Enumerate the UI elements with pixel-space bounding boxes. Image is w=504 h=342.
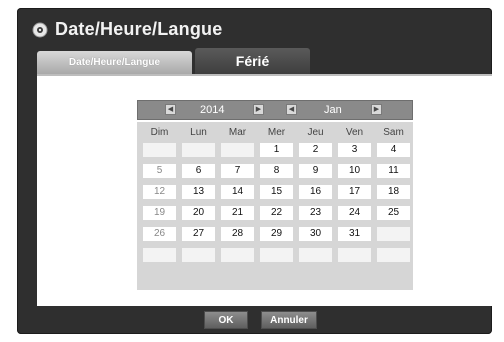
- year-value: 2014: [200, 104, 225, 116]
- calendar-day-cell[interactable]: 8: [260, 164, 293, 178]
- calendar-day-cell[interactable]: 1: [260, 143, 293, 157]
- calendar-day-cell[interactable]: 31: [338, 227, 371, 241]
- calendar-day-cell[interactable]: 11: [377, 164, 410, 178]
- calendar-day-cell[interactable]: 16: [299, 185, 332, 199]
- calendar-day-cell[interactable]: [221, 248, 254, 262]
- settings-window: Date/Heure/Langue Date/Heure/Langue Féri…: [17, 8, 492, 334]
- weekday-header: Ven: [345, 127, 364, 138]
- calendar-day-cell[interactable]: [182, 143, 215, 157]
- calendar-day-cell[interactable]: 20: [182, 206, 215, 220]
- calendar-day-cell[interactable]: 14: [221, 185, 254, 199]
- calendar-day-cell[interactable]: 30: [299, 227, 332, 241]
- month-value: Jan: [324, 104, 342, 116]
- settings-globe-icon: [32, 22, 48, 38]
- weekday-header: Sam: [383, 127, 404, 138]
- calendar-day-cell[interactable]: [377, 248, 410, 262]
- calendar-header: ◀ 2014 ▶ ◀ Jan ▶: [137, 100, 413, 120]
- calendar-day-cell[interactable]: 27: [182, 227, 215, 241]
- calendar-day-cell[interactable]: 17: [338, 185, 371, 199]
- calendar-day-cell[interactable]: 13: [182, 185, 215, 199]
- tab-bar: Date/Heure/Langue Férié: [37, 48, 492, 74]
- calendar-day-cell[interactable]: [377, 227, 410, 241]
- weekday-header: Mar: [228, 127, 247, 138]
- year-next-button[interactable]: ▶: [253, 104, 264, 115]
- calendar-day-cell[interactable]: 15: [260, 185, 293, 199]
- calendar-day-cell[interactable]: [143, 248, 176, 262]
- year-prev-button[interactable]: ◀: [165, 104, 176, 115]
- holiday-panel: ◀ 2014 ▶ ◀ Jan ▶ Dim Lun Mar Mer Jeu Ven Sam 1 2…: [37, 74, 492, 306]
- weekday-header: Dim: [150, 127, 169, 138]
- button-bar: OK Annuler: [17, 306, 492, 334]
- tab-holiday[interactable]: Férié: [195, 48, 310, 74]
- calendar-day-cell[interactable]: 9: [299, 164, 332, 178]
- calendar-day-cell[interactable]: [182, 248, 215, 262]
- calendar-day-cell[interactable]: 29: [260, 227, 293, 241]
- calendar-day-cell[interactable]: 28: [221, 227, 254, 241]
- calendar-day-cell[interactable]: 10: [338, 164, 371, 178]
- month-prev-button[interactable]: ◀: [286, 104, 297, 115]
- calendar-day-cell[interactable]: 21: [221, 206, 254, 220]
- calendar-grid: Dim Lun Mar Mer Jeu Ven Sam 1 2 3 4 5 6 7 8 9 10 11 12 13 14…: [137, 122, 413, 290]
- calendar-day-cell[interactable]: 26: [143, 227, 176, 241]
- weekday-header: Jeu: [307, 127, 324, 138]
- calendar-day-cell[interactable]: [143, 143, 176, 157]
- calendar-day-cell[interactable]: 24: [338, 206, 371, 220]
- calendar-day-cell[interactable]: 23: [299, 206, 332, 220]
- calendar-day-cell[interactable]: 19: [143, 206, 176, 220]
- weekday-header: Mer: [267, 127, 286, 138]
- calendar-day-cell[interactable]: 25: [377, 206, 410, 220]
- ok-button[interactable]: OK: [204, 311, 248, 329]
- cancel-button[interactable]: Annuler: [261, 311, 317, 329]
- tab-date-time-language[interactable]: Date/Heure/Langue: [37, 51, 192, 74]
- calendar-day-cell[interactable]: 12: [143, 185, 176, 199]
- title-bar: Date/Heure/Langue: [17, 8, 492, 48]
- calendar-day-cell[interactable]: 18: [377, 185, 410, 199]
- calendar-day-cell[interactable]: 2: [299, 143, 332, 157]
- calendar-day-cell[interactable]: 7: [221, 164, 254, 178]
- weekday-header: Lun: [190, 127, 207, 138]
- calendar-day-cell[interactable]: 22: [260, 206, 293, 220]
- calendar-day-cell[interactable]: [299, 248, 332, 262]
- window-title: Date/Heure/Langue: [55, 19, 223, 39]
- calendar-day-cell[interactable]: [338, 248, 371, 262]
- calendar-day-cell[interactable]: 6: [182, 164, 215, 178]
- calendar-day-cell[interactable]: 4: [377, 143, 410, 157]
- calendar-day-cell[interactable]: 5: [143, 164, 176, 178]
- calendar-day-cell[interactable]: [260, 248, 293, 262]
- calendar-day-cell[interactable]: [221, 143, 254, 157]
- month-next-button[interactable]: ▶: [371, 104, 382, 115]
- calendar-day-cell[interactable]: 3: [338, 143, 371, 157]
